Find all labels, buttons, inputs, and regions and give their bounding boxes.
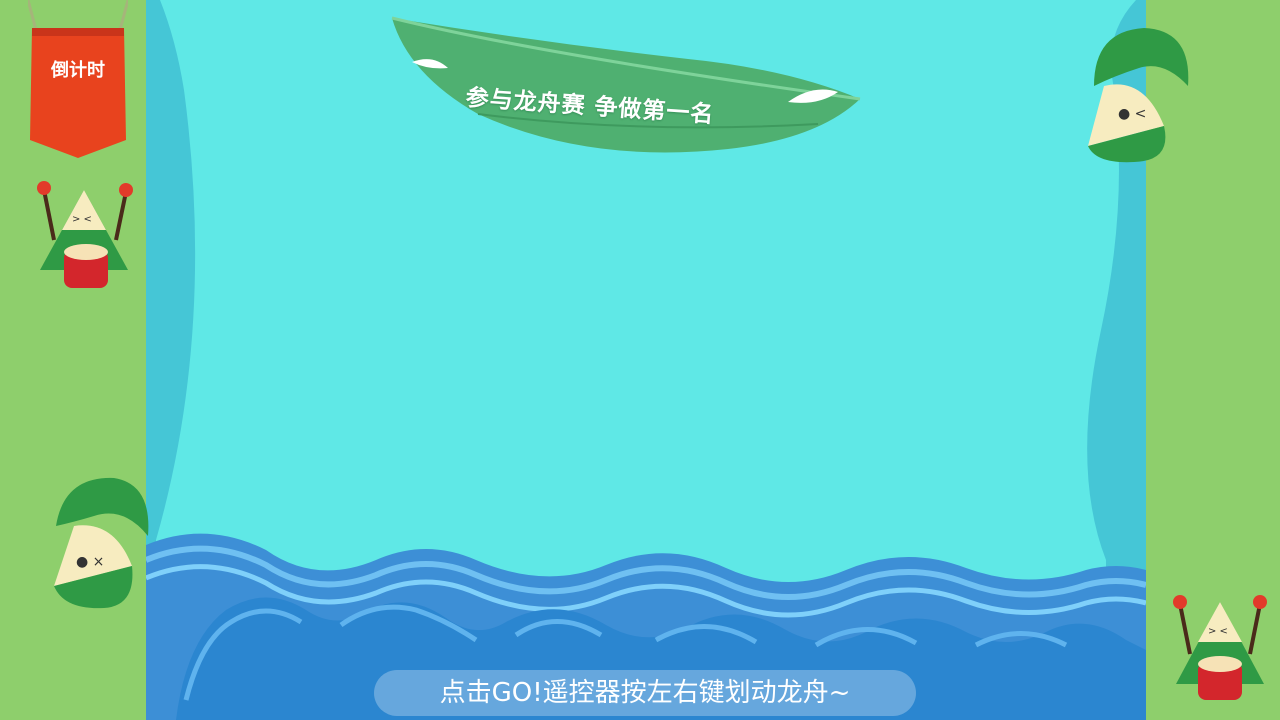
svg-text:> <: > < bbox=[1208, 626, 1228, 637]
svg-text:> <: > < bbox=[72, 214, 92, 225]
control-hint: 点击GO!遥控器按左右键划动龙舟~ bbox=[374, 670, 916, 716]
zongzi-hat-icon: ● × bbox=[54, 477, 149, 609]
zongzi-hat-right-icon: ● < bbox=[1088, 28, 1189, 163]
zongzi-drummer-right-icon: > < bbox=[1173, 595, 1267, 700]
svg-text:● <: ● < bbox=[1118, 106, 1146, 122]
zongzi-drummer-icon: > < bbox=[37, 181, 133, 288]
svg-text:● ×: ● × bbox=[76, 554, 104, 570]
countdown-label: 倒计时 bbox=[51, 60, 105, 81]
